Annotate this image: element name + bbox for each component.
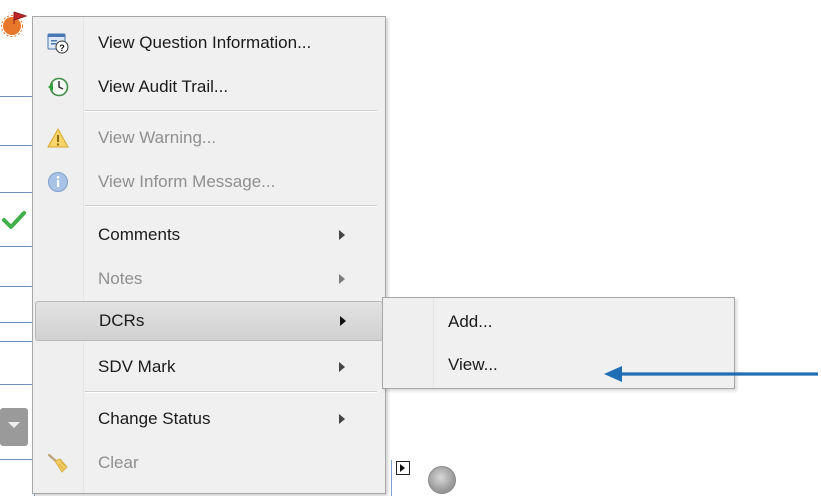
form-row-line	[0, 145, 34, 146]
form-row-line	[0, 286, 34, 287]
menu-item-label: View Audit Trail...	[98, 77, 229, 96]
submenu-arrow-icon	[339, 274, 345, 284]
check-icon	[2, 211, 26, 229]
callout-arrow-icon	[604, 366, 818, 382]
form-row-line	[0, 459, 34, 460]
menu-item-view-warning[interactable]: View Warning...	[35, 118, 383, 158]
svg-text:?: ?	[59, 43, 65, 53]
warning-icon	[47, 127, 69, 148]
menu-item-view-inform-message[interactable]: View Inform Message...	[35, 162, 383, 202]
menu-item-label: DCRs	[99, 311, 145, 330]
menu-item-change-status[interactable]: Change Status	[35, 399, 383, 439]
menu-item-label: Change Status	[98, 409, 211, 428]
form-row-line	[0, 192, 34, 193]
submenu-arrow-icon	[339, 362, 345, 372]
submenu-arrow-icon	[340, 316, 346, 326]
menu-item-view-audit-trail[interactable]: View Audit Trail...	[35, 67, 383, 107]
menu-item-label: Add...	[448, 312, 493, 331]
menu-item-label: View Warning...	[98, 128, 217, 147]
menu-item-comments[interactable]: Comments	[35, 215, 383, 255]
menu-item-clear[interactable]: Clear	[35, 443, 383, 483]
status-flag-icon	[1, 11, 28, 37]
question-info-icon: ?	[47, 33, 69, 54]
menu-separator	[85, 110, 377, 112]
menu-item-view-question-information[interactable]: ? View Question Information...	[35, 23, 383, 63]
info-icon	[48, 172, 68, 192]
menu-item-dcrs[interactable]: DCRs	[35, 301, 383, 341]
submenu-arrow-icon	[339, 414, 345, 424]
menu-item-label: View Question Information...	[98, 33, 312, 52]
form-row-line	[0, 96, 34, 97]
menu-item-label: Clear	[98, 453, 139, 472]
audit-trail-clock-icon	[48, 77, 69, 97]
menu-separator	[85, 391, 377, 393]
form-row-line	[0, 246, 34, 247]
expand-arrow-button[interactable]	[396, 461, 410, 475]
context-menu: ? View Question Information... View Audi…	[32, 16, 386, 494]
collapse-toggle[interactable]	[0, 408, 28, 446]
broom-icon	[47, 453, 68, 473]
menu-item-notes[interactable]: Notes	[35, 259, 383, 299]
form-row-line	[0, 341, 34, 342]
form-row-line	[0, 322, 34, 323]
menu-item-sdv-mark[interactable]: SDV Mark	[35, 347, 383, 387]
menu-item-label: View Inform Message...	[98, 172, 276, 191]
menu-item-label: Comments	[98, 225, 181, 244]
radio-button[interactable]	[428, 466, 456, 494]
submenu-item-add[interactable]: Add...	[385, 302, 730, 342]
menu-item-label: SDV Mark	[98, 357, 176, 376]
form-row-line	[0, 384, 34, 385]
menu-separator	[85, 205, 377, 207]
menu-item-label: View...	[448, 355, 498, 374]
submenu-arrow-icon	[339, 230, 345, 240]
menu-item-label: Notes	[98, 269, 143, 288]
